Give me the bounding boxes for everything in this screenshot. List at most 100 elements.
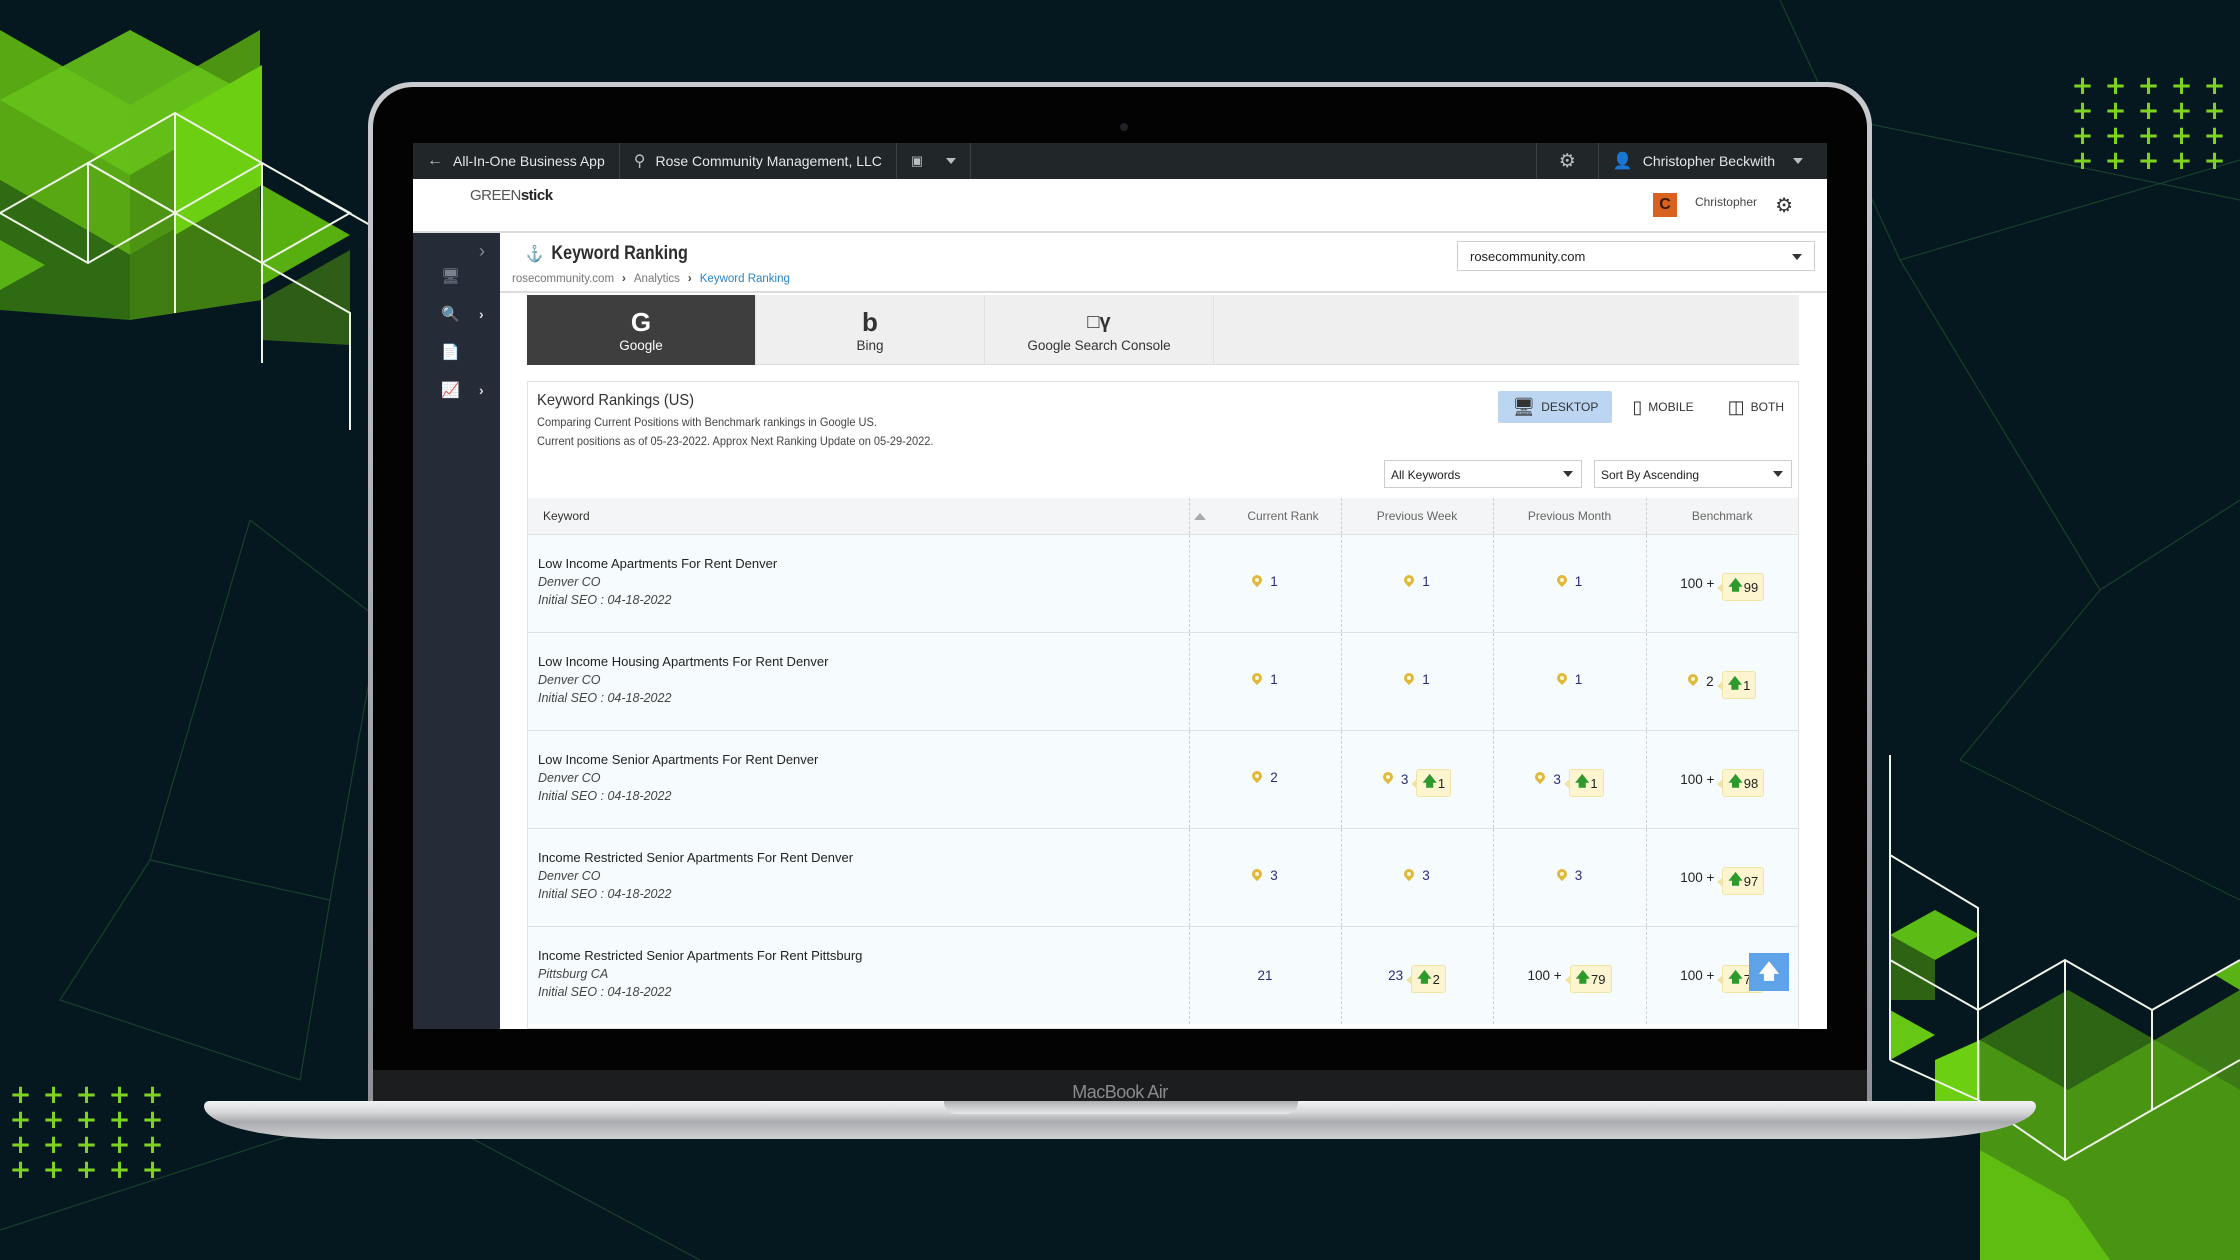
keyword-cell: Low Income Housing Apartments For Rent D… <box>528 631 1189 730</box>
bing-icon: b <box>862 306 878 337</box>
breadcrumb-separator-icon: › <box>687 273 692 285</box>
user-first-name[interactable]: Christopher <box>1695 195 1757 209</box>
rank-value-group: 1 <box>1252 574 1278 589</box>
user-icon: 👤 <box>1612 153 1633 170</box>
prev-week-rank-cell: 3 <box>1340 827 1493 926</box>
scroll-to-top-button[interactable]: 🡅 <box>1749 953 1789 991</box>
rank-value: 23 <box>1388 967 1404 983</box>
sidebar-item-search-audit[interactable]: 🔍 › <box>413 299 500 329</box>
column-header-current-rank[interactable]: Current Rank <box>1188 498 1341 534</box>
sidebar-item-analytics[interactable]: 📈 › <box>413 375 500 405</box>
rank-change-value: 2 <box>1432 971 1440 987</box>
tab-google[interactable]: G Google <box>527 295 756 365</box>
camera <box>1120 123 1128 131</box>
back-to-app-button[interactable]: ← All-In-One Business App <box>413 143 620 179</box>
rank-change-badge: 🡅 2 <box>1406 965 1446 994</box>
breadcrumb-separator-icon: › <box>622 273 626 285</box>
table-row[interactable]: Low Income Housing Apartments For Rent D… <box>528 631 1798 730</box>
sidebar-expand-chevron-icon[interactable]: › <box>479 241 485 262</box>
avatar[interactable]: C <box>1653 193 1677 217</box>
map-pin-icon <box>1252 771 1262 785</box>
column-header-keyword[interactable]: Keyword <box>528 498 1189 534</box>
rank-value-group: 1 <box>1404 574 1430 589</box>
logo-text-bold: stick <box>520 187 553 204</box>
rank-value-group: 100 + 🡅 99 <box>1680 565 1765 601</box>
current-rank-cell: 3 <box>1188 827 1341 926</box>
current-rank-cell: 1 <box>1188 631 1341 730</box>
tab-desktop[interactable]: 🖥 DESKTOP <box>1498 391 1613 423</box>
location-selector[interactable]: ⚲ Rose Community Management, LLC <box>620 143 897 179</box>
map-pin-icon <box>1383 772 1393 786</box>
tab-label: Google <box>619 337 663 353</box>
tab-mobile[interactable]: ▯ MOBILE <box>1618 391 1707 423</box>
desktop-mobile-icon: ◫ <box>1727 396 1745 417</box>
arrow-up-icon: 🡅 <box>1417 969 1432 986</box>
column-header-previous-month[interactable]: Previous Month <box>1492 498 1646 534</box>
map-pin-icon <box>1252 673 1262 687</box>
rank-value: 2 <box>1270 770 1278 786</box>
rank-change-value: 98 <box>1743 775 1759 791</box>
settings-button[interactable]: ⚙ <box>1537 143 1599 179</box>
tab-bing[interactable]: b Bing <box>756 295 985 365</box>
desktop-icon: 🖥 <box>1512 396 1536 417</box>
table-row[interactable]: Income Restricted Senior Apartments For … <box>528 925 1798 1024</box>
rank-value-group: 2 <box>1252 770 1278 785</box>
sort-ascending-icon[interactable] <box>1193 512 1206 520</box>
keyword-name: Income Restricted Senior Apartments For … <box>538 849 854 865</box>
map-pin-icon <box>1557 869 1567 883</box>
sidebar-item-reports[interactable]: 📄 <box>413 337 500 367</box>
table-row[interactable]: Income Restricted Senior Apartments For … <box>528 827 1798 926</box>
table-row[interactable]: Low Income Senior Apartments For Rent De… <box>528 729 1798 828</box>
rank-value-group: 2 🡅 1 <box>1688 663 1757 699</box>
laptop-notch <box>944 1101 1298 1114</box>
arrow-up-icon: 🡅 <box>1728 969 1743 986</box>
benchmark-rank-cell: 100 + 🡅 99 <box>1645 533 1798 632</box>
tab-label: Google Search Console <box>1027 337 1171 353</box>
keyword-location: Pittsburg CA <box>538 966 609 981</box>
user-menu[interactable]: 👤 Christopher Beckwith <box>1599 143 1827 179</box>
rank-change-value: 1 <box>1743 677 1751 693</box>
breadcrumb-item[interactable]: rosecommunity.com <box>512 273 614 285</box>
card-update-info: Current positions as of 05-23-2022. Appr… <box>537 434 934 448</box>
keyword-initial-seo: Initial SEO : 04-18-2022 <box>538 690 672 705</box>
rank-value-group: 3 🡅 1 <box>1535 761 1604 797</box>
map-pin-icon <box>1557 575 1567 589</box>
keyword-filter-select[interactable]: All Keywords <box>1384 460 1582 488</box>
gear-icon[interactable]: ⚙ <box>1775 193 1793 218</box>
column-header-label: Current Rank <box>1247 508 1319 523</box>
domain-select[interactable]: rosecommunity.com <box>1457 241 1815 271</box>
rank-value: 3 <box>1270 868 1278 884</box>
keyword-initial-seo: Initial SEO : 04-18-2022 <box>538 788 672 803</box>
chevron-down-icon <box>1563 471 1573 477</box>
chevron-down-icon <box>1792 254 1802 260</box>
page-header: ⚓ Keyword Ranking rosecommunity.com › An… <box>500 233 1827 293</box>
prev-month-rank-cell: 1 <box>1492 533 1646 632</box>
rank-change-badge: 🡅 98 <box>1717 769 1765 797</box>
prev-month-rank-cell: 100 + 🡅 79 <box>1492 925 1646 1024</box>
apps-menu-button[interactable]: ▣ <box>897 143 972 179</box>
table-row[interactable]: Low Income Apartments For Rent Denver Den… <box>528 533 1798 632</box>
greenstick-logo[interactable]: GREENstick <box>470 187 553 204</box>
breadcrumb-item-current[interactable]: Keyword Ranking <box>700 273 790 285</box>
rank-value: 1 <box>1270 574 1278 590</box>
tab-google-search-console[interactable]: □ү Google Search Console <box>985 295 1214 365</box>
tab-both[interactable]: ◫ BOTH <box>1714 391 1798 423</box>
keyword-location: Denver CO <box>538 770 601 785</box>
column-header-previous-week[interactable]: Previous Week <box>1340 498 1493 534</box>
rank-value-group: 100 +🡅79 <box>1527 957 1612 994</box>
report-file-icon: 📄 <box>441 344 460 361</box>
rank-value-group: 1 <box>1404 672 1430 687</box>
rank-value: 100 + <box>1680 575 1715 591</box>
arrow-up-icon: 🡅 <box>1728 577 1743 593</box>
back-to-app-label: All-In-One Business App <box>453 153 605 169</box>
sidebar-item-dashboard[interactable]: 🖥 <box>413 261 500 291</box>
keyword-location: Denver CO <box>538 672 601 687</box>
logo-text-light: GREEN <box>470 187 521 204</box>
rank-value: 100 + <box>1680 869 1715 885</box>
column-header-benchmark[interactable]: Benchmark <box>1645 498 1798 534</box>
breadcrumb-item[interactable]: Analytics <box>634 273 680 285</box>
prev-month-rank-cell: 1 <box>1492 631 1646 730</box>
rank-value: 3 <box>1422 868 1430 884</box>
sort-select[interactable]: Sort By Ascending <box>1594 460 1792 488</box>
rank-value-group: 1 <box>1557 574 1582 589</box>
